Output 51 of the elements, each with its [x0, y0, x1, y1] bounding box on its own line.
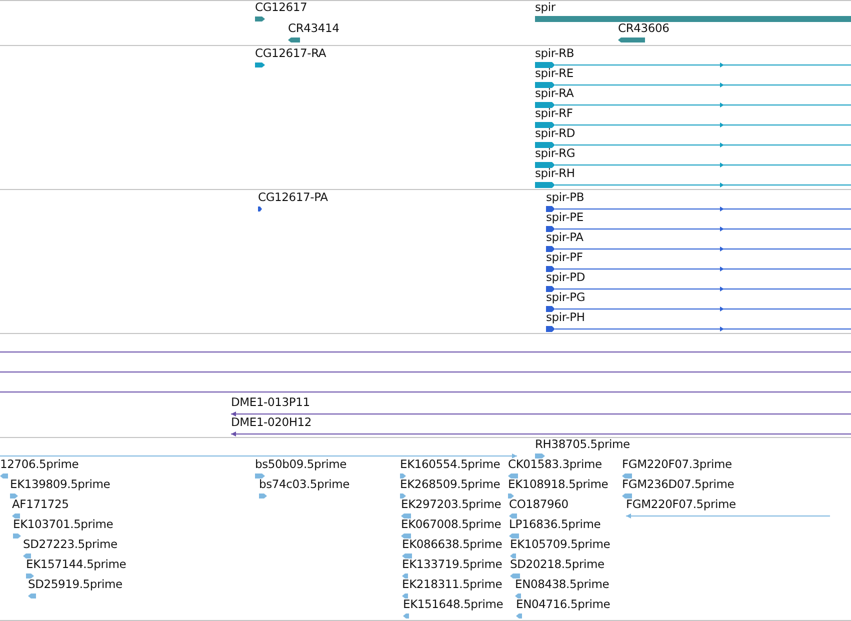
feature-label: LP16836.5prime	[509, 518, 601, 531]
feature-label: CG12617-PA	[258, 191, 328, 204]
feature-label: EK086638.5prime	[402, 538, 502, 551]
feature-label: CR43606	[618, 22, 670, 35]
feature-label: spir-RF	[535, 107, 574, 120]
feature-label: EK157144.5prime	[26, 558, 126, 571]
feature-label: CR43414	[288, 22, 340, 35]
feature-label: spir-PG	[546, 291, 586, 304]
feature-label: EK139809.5prime	[10, 478, 110, 491]
feature-label: CG12617	[255, 1, 308, 14]
feature-label: CO187960	[509, 498, 568, 511]
feature-label: spir	[535, 1, 557, 14]
feature-label: CG12617-RA	[255, 47, 326, 60]
feature-label: spir-PD	[546, 271, 586, 284]
feature-label: spir-RB	[535, 47, 576, 60]
feature-label: spir-RH	[535, 167, 576, 180]
feature-label: EK103701.5prime	[13, 518, 114, 531]
feature-label: spir-PA	[546, 231, 584, 244]
feature-label: spir-PB	[546, 191, 586, 204]
feature-label: SD20218.5prime	[510, 558, 604, 571]
feature-label: EK133719.5prime	[402, 558, 502, 571]
feature-label: DME1-020H12	[231, 416, 313, 429]
feature-label: spir-PH	[546, 311, 586, 324]
feature-label: SD25919.5prime	[28, 578, 122, 591]
feature-label: bs50b09.5prime	[255, 458, 347, 471]
feature-label: spir-PE	[546, 211, 584, 224]
feature-label: SD27223.5prime	[23, 538, 118, 551]
feature-label: EK297203.5prime	[401, 498, 502, 511]
feature-label: spir-RD	[535, 127, 576, 140]
feature-label: EK160554.5prime	[400, 458, 500, 471]
feature-label: EK067008.5prime	[401, 518, 502, 531]
feature-label: EK218311.5prime	[402, 578, 502, 591]
feature-label: EK151648.5prime	[403, 598, 504, 611]
feature-label: spir-PF	[546, 251, 584, 264]
feature-label: AF171725	[12, 498, 69, 511]
feature-label: DME1-013P11	[231, 396, 311, 409]
feature-label: EK105709.5prime	[510, 538, 610, 551]
feature-label: FGM236D07.5prime	[622, 478, 734, 491]
feature-label: EN04716.5prime	[516, 598, 610, 611]
feature-label: EK108918.5prime	[508, 478, 608, 491]
feature-label: spir-RA	[535, 87, 575, 100]
feature-label: bs74c03.5prime	[259, 478, 350, 491]
feature-label: spir-RE	[535, 67, 574, 80]
feature-label: spir-RG	[535, 147, 576, 160]
feature-label: CK01583.3prime	[508, 458, 602, 471]
feature-label: FGM220F07.3prime	[622, 458, 732, 471]
feature-label: FGM220F07.5prime	[626, 498, 737, 511]
feature-label: 12706.5prime	[0, 458, 79, 471]
feature-label: RH38705.5prime	[535, 438, 630, 451]
feature-label: EN08438.5prime	[515, 578, 610, 591]
feature-label: EK268509.5prime	[400, 478, 500, 491]
